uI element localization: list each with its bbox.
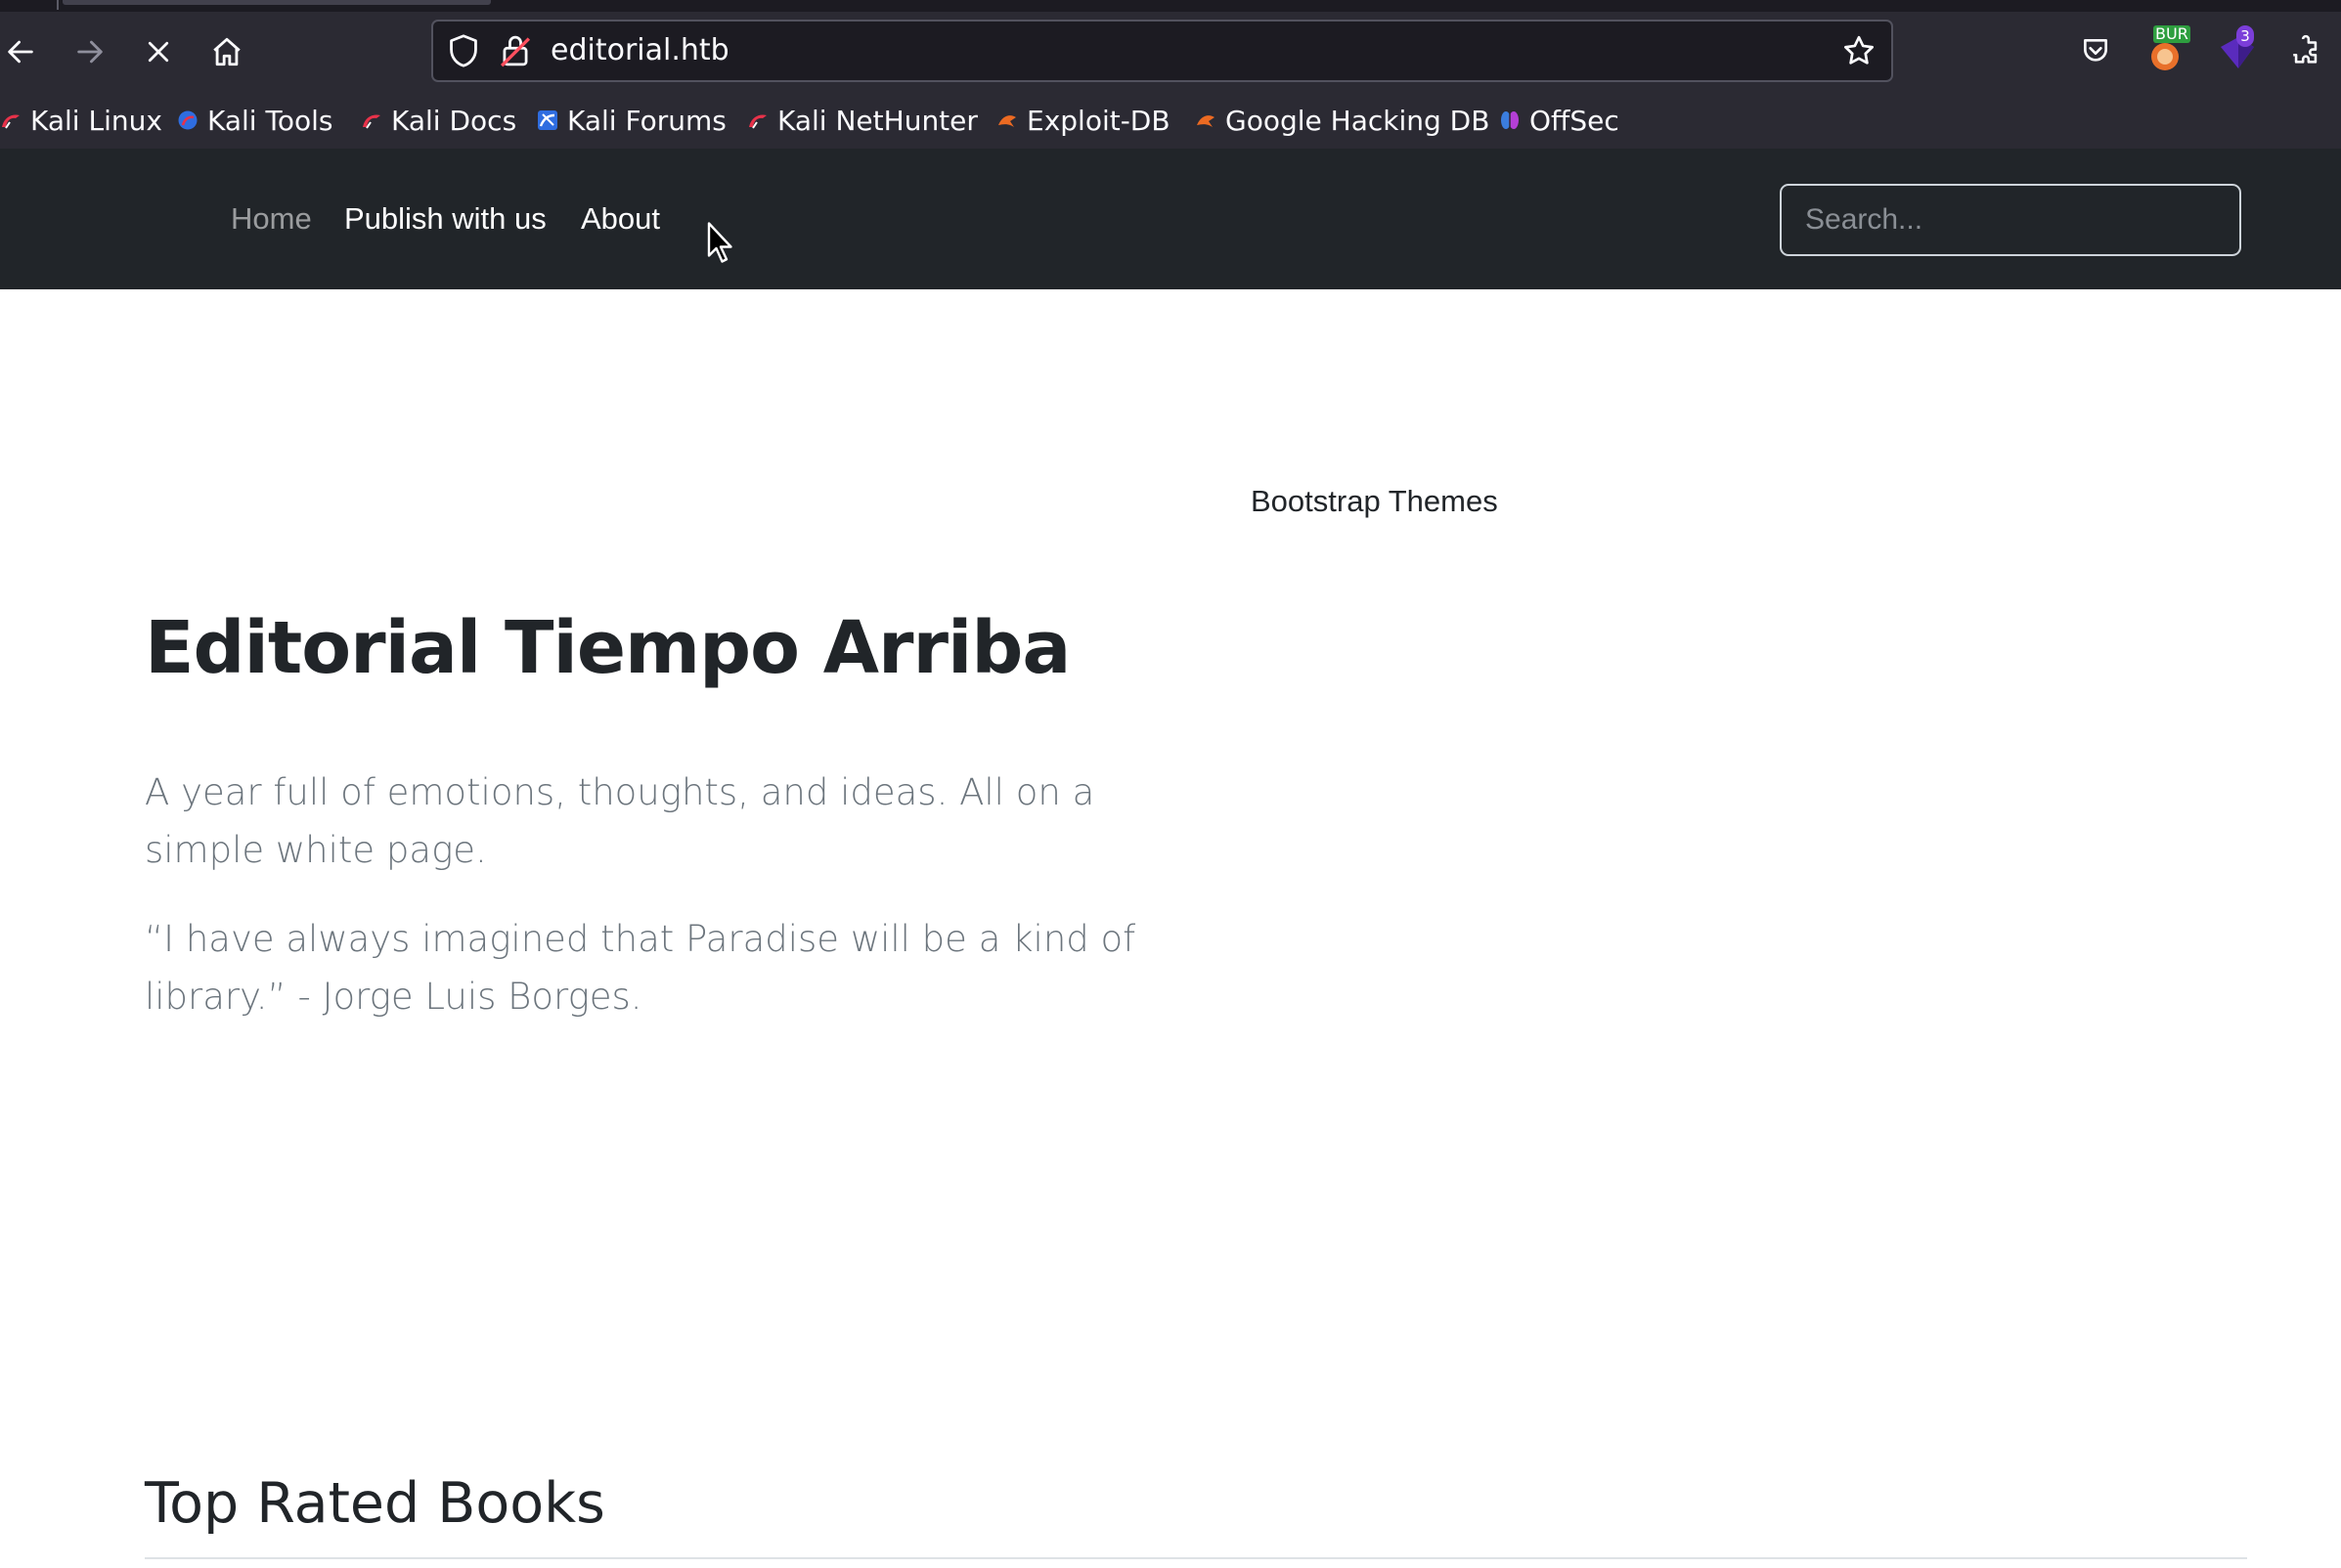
close-icon	[148, 41, 169, 63]
shield-icon[interactable]	[447, 33, 480, 72]
nav-link-about[interactable]: About	[581, 149, 660, 289]
section-divider	[145, 1557, 2247, 1559]
nav-link-publish[interactable]: Publish with us	[344, 149, 547, 289]
insecure-lock-icon[interactable]	[500, 33, 531, 72]
kali-forums-icon	[538, 110, 557, 130]
stop-button[interactable]	[134, 27, 183, 76]
bookmark-kali-docs[interactable]: Kali Docs	[361, 98, 516, 143]
active-tab[interactable]	[63, 0, 491, 5]
browser-chrome: editorial.htb BUR 3 Kali Linux Kali Tool…	[0, 0, 2341, 149]
kali-dragon-icon	[749, 114, 767, 129]
pocket-button[interactable]	[2070, 25, 2121, 76]
bookmark-star-icon[interactable]	[1841, 33, 1877, 72]
pocket-icon	[2084, 39, 2107, 62]
bookmark-kali-forums[interactable]: Kali Forums	[537, 98, 727, 143]
kali-dragon-icon	[363, 114, 380, 129]
hero-image-alt-text: Bootstrap Themes	[1251, 484, 1498, 518]
hero-title: Editorial Tiempo Arriba	[145, 606, 1071, 690]
tab-separator	[57, 0, 59, 10]
burp-extension-button[interactable]: BUR	[2142, 25, 2192, 76]
url-text[interactable]: editorial.htb	[551, 22, 729, 80]
bookmark-google-hacking-db[interactable]: Google Hacking DB	[1195, 98, 1489, 143]
home-button[interactable]	[202, 27, 251, 76]
exploit-db-icon	[1197, 115, 1215, 127]
bookmark-kali-tools[interactable]: Kali Tools	[177, 98, 332, 143]
arrow-right-icon	[77, 40, 103, 64]
bookmark-exploit-db[interactable]: Exploit-DB	[996, 98, 1170, 143]
puzzle-icon	[2293, 34, 2318, 64]
extension-button[interactable]: 3	[2211, 25, 2262, 76]
burp-badge: BUR	[2153, 24, 2190, 43]
address-bar[interactable]: editorial.htb	[431, 20, 1893, 82]
nav-link-home[interactable]: Home	[231, 149, 312, 289]
section-title-top-rated-books: Top Rated Books	[145, 1471, 605, 1536]
kali-dragon-icon	[2, 114, 20, 129]
search-input[interactable]	[1780, 184, 2241, 256]
kali-tools-icon	[178, 110, 198, 130]
home-icon	[213, 37, 241, 66]
bookmark-kali-linux[interactable]: Kali Linux	[0, 98, 162, 143]
back-button[interactable]	[0, 27, 45, 76]
bookmark-kali-nethunter[interactable]: Kali NetHunter	[747, 98, 978, 143]
forward-button[interactable]	[66, 27, 114, 76]
offsec-icon	[1501, 111, 1519, 129]
bookmarks-toolbar: Kali Linux Kali Tools Kali Docs Kali For…	[0, 98, 2341, 149]
hero-lead-text: A year full of emotions, thoughts, and i…	[145, 771, 1095, 871]
notification-badge: 3	[2236, 25, 2254, 47]
exploit-db-icon	[998, 115, 1016, 127]
hero-quote: “I have always imagined that Paradise wi…	[145, 918, 1136, 1018]
mouse-cursor-icon	[707, 222, 732, 263]
arrow-left-icon	[8, 40, 33, 64]
extensions-menu-button[interactable]	[2280, 25, 2331, 76]
bookmark-offsec[interactable]: OffSec	[1499, 98, 1619, 143]
